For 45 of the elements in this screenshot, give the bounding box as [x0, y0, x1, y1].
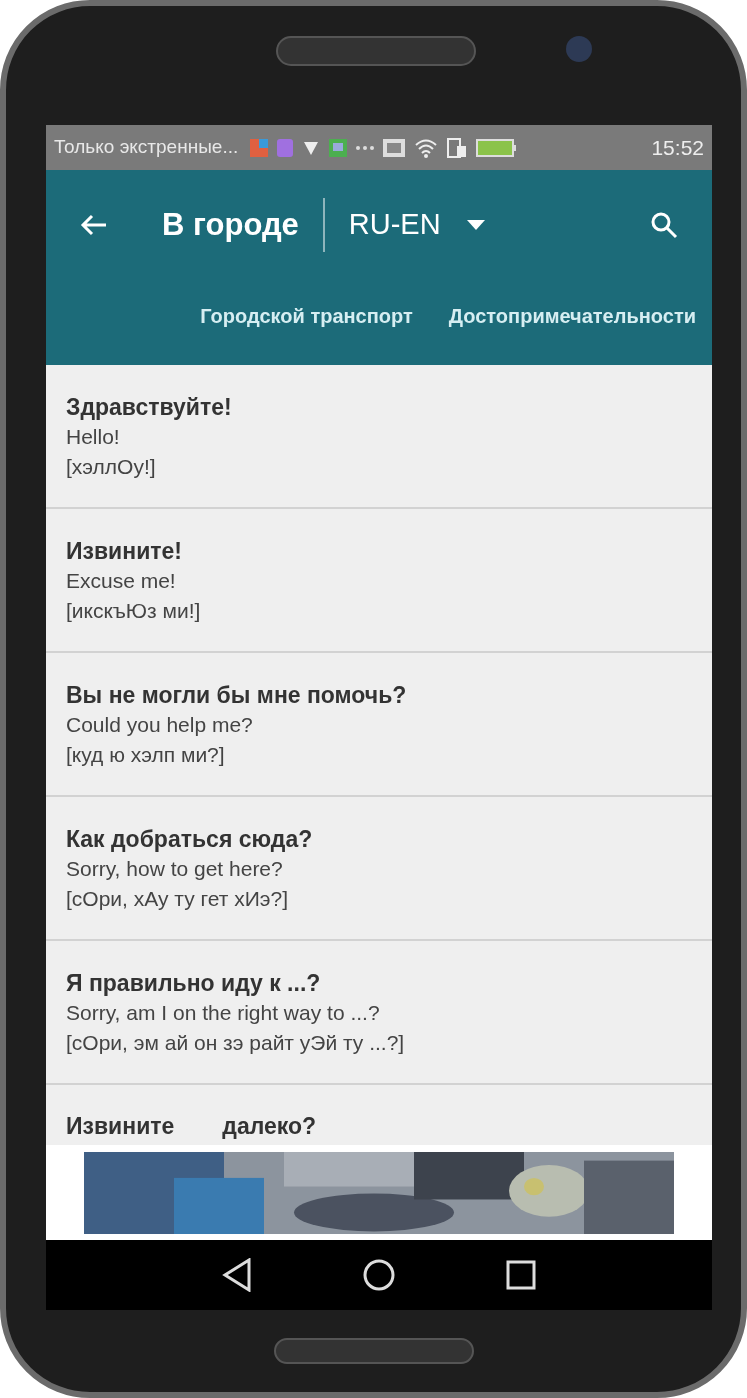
status-time: 15:52 [651, 134, 704, 161]
phrase-text: Извините! [66, 537, 183, 566]
wifi-icon [414, 137, 439, 158]
phrase-row[interactable]: Здравствуйте! Hello! [хэллОу!] [46, 365, 712, 509]
circle-home-icon [362, 1258, 396, 1292]
app-icon [277, 138, 294, 157]
phrase-row[interactable]: Я правильно иду к ...? Sorry, am I on the right way to ...? [сОри, эм ай он зэ райт уЭй ту ...?] [46, 941, 712, 1085]
phrase-row[interactable]: Как добраться сюда? Sorry, how to get here? [сОри, хАу ту гет хИэ?] [46, 797, 712, 941]
phrase-row[interactable]: Вы не могли бы мне помочь? Could you help me? [куд ю хэлп ми?] [46, 653, 712, 797]
transcription-text: [куд ю хэлп ми?] [66, 742, 226, 768]
search-icon [650, 211, 678, 239]
transcription-text: [сОри, эм ай он зэ райт уЭй ту ...?] [66, 1030, 406, 1056]
recents-nav-button[interactable] [506, 1260, 536, 1290]
phrase-row[interactable]: Извините! Excuse me! [икскъЮз ми!] [46, 509, 712, 653]
notification-text: Только экстренные... [54, 135, 239, 160]
transcription-text: [хэллОу!] [66, 454, 157, 480]
translation-text: Could you help me? [66, 712, 254, 738]
transcription-text: [сОри, хАу ту гет хИэ?] [66, 886, 289, 912]
square-recents-icon [506, 1260, 536, 1290]
phrase-text: Я правильно иду к ...? [66, 969, 322, 998]
translation-text: Hello! [66, 424, 121, 450]
screen-title: В городе [162, 205, 299, 244]
back-nav-button[interactable] [222, 1258, 252, 1292]
camera-lens [566, 36, 592, 62]
back-arrow-icon [80, 213, 108, 237]
category-tab[interactable]: Достопримечательности [448, 300, 696, 331]
phrase-text: Здравствуйте! [66, 393, 233, 422]
home-nav-button[interactable] [362, 1258, 396, 1292]
translation-text: Excuse me! [66, 568, 177, 594]
phrase-text: Извините [66, 1112, 175, 1141]
sim-icon [447, 137, 468, 158]
translation-text: Sorry, how to get here? [66, 856, 284, 882]
triangle-back-icon [222, 1258, 252, 1292]
app-icon [329, 138, 348, 157]
transcription-text: [икскъЮз ми!] [66, 598, 202, 624]
caret-icon [466, 220, 485, 230]
more-icon [356, 145, 375, 150]
phrase-text: Вы не могли бы мне помочь? [66, 681, 408, 710]
battery-icon [476, 138, 517, 157]
app-icon [250, 138, 269, 157]
category-tab[interactable]: Городской транспорт [200, 300, 413, 331]
phrase-text: далеко? [222, 1112, 317, 1141]
translation-text: Sorry, am I on the right way to ...? [66, 1000, 381, 1026]
language-dropdown[interactable]: RU-EN [348, 203, 485, 247]
phrase-text: Как добраться сюда? [66, 825, 314, 854]
